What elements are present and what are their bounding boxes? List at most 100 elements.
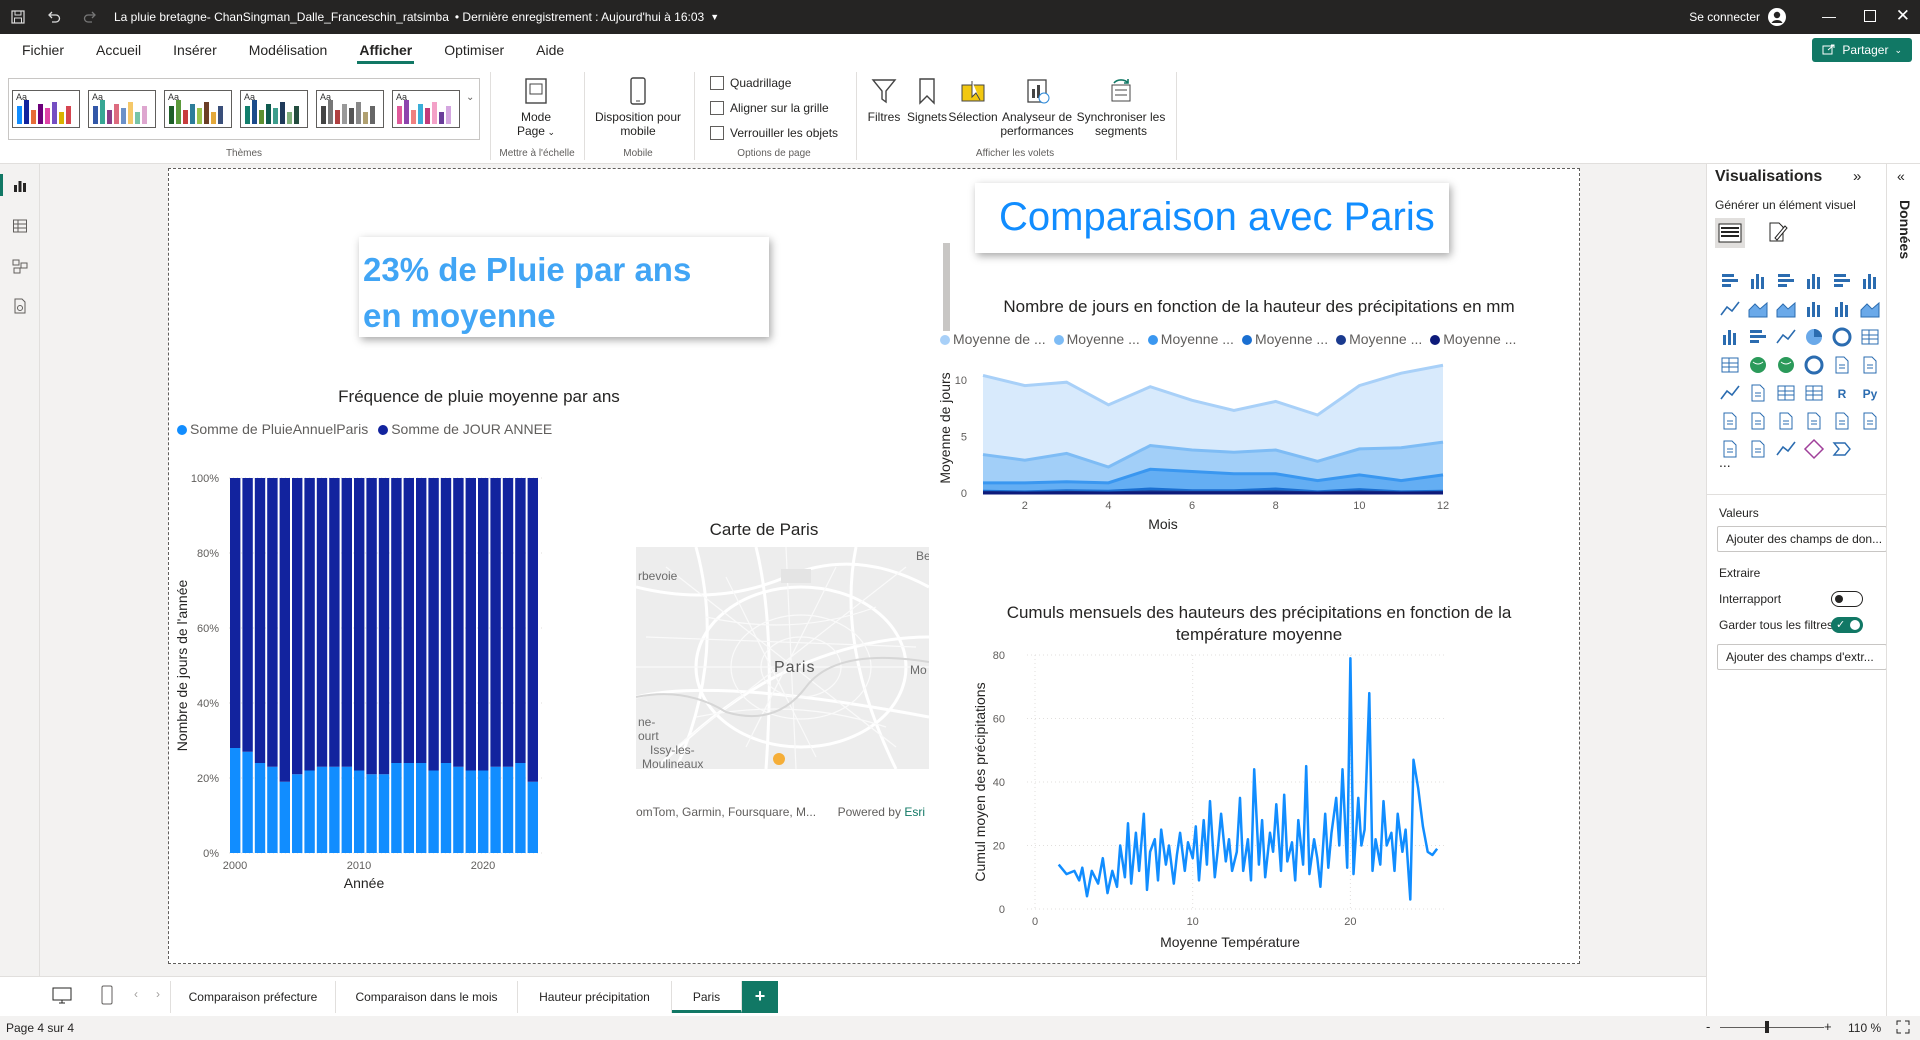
page-tab-comparaison-mois[interactable]: Comparaison dans le mois <box>336 981 518 1013</box>
legend-item[interactable]: Moyenne ... <box>1147 331 1234 347</box>
cross-report-toggle[interactable] <box>1831 591 1863 607</box>
diamond-visual-icon[interactable] <box>1803 438 1825 460</box>
collapse-icon[interactable]: » <box>1853 168 1861 185</box>
r-visual-visual-icon[interactable]: R <box>1831 382 1853 404</box>
treemap-visual-icon[interactable] <box>1859 326 1881 348</box>
line-visual-icon[interactable] <box>1719 298 1741 320</box>
build-visual-tab[interactable] <box>1715 218 1745 248</box>
theme-3[interactable]: Aa <box>164 90 232 128</box>
theme-2[interactable]: Aa <box>88 90 156 128</box>
model-view-icon[interactable] <box>10 256 30 276</box>
page-tab-paris[interactable]: Paris <box>672 981 742 1013</box>
100-bar-visual-icon[interactable] <box>1831 270 1853 292</box>
page-tab-hauteur-precipitation[interactable]: Hauteur précipitation <box>518 981 672 1013</box>
avatar[interactable] <box>1768 8 1786 26</box>
performance-analyzer-button[interactable]: Analyseur de performances <box>998 76 1076 138</box>
key-influencers-visual-icon[interactable] <box>1719 410 1741 432</box>
desktop-view-icon[interactable] <box>52 987 72 1008</box>
checkbox-box[interactable] <box>710 76 724 90</box>
filters-button[interactable]: Filtres <box>864 76 904 124</box>
matrix-visual-icon[interactable] <box>1803 382 1825 404</box>
legend-item[interactable]: Moyenne de ... <box>940 331 1046 347</box>
slicer-visual-icon[interactable] <box>1747 382 1769 404</box>
funnel-visual-icon[interactable] <box>1747 326 1769 348</box>
narrative-visual-icon[interactable] <box>1803 410 1825 432</box>
close-icon[interactable]: ✕ <box>1896 6 1910 26</box>
snap-checkbox[interactable]: Aligner sur la grille <box>710 101 829 115</box>
chevron-down-icon[interactable]: ▼ <box>710 12 719 22</box>
maximize-icon[interactable] <box>1864 10 1876 22</box>
100-column-visual-icon[interactable] <box>1859 270 1881 292</box>
paris-map[interactable]: rbevoie Be Paris Mo ne- ourt Issy-les- M… <box>636 547 929 769</box>
checkbox-box[interactable] <box>710 101 724 115</box>
dax-query-icon[interactable] <box>10 296 30 316</box>
theme-5[interactable]: Aa <box>316 90 384 128</box>
waterfall-visual-icon[interactable] <box>1719 326 1741 348</box>
menu-fichier[interactable]: Fichier <box>6 34 80 66</box>
theme-1[interactable]: Aa <box>12 90 80 128</box>
clustered-bar-visual-icon[interactable] <box>1775 270 1797 292</box>
zoom-in-button[interactable]: + <box>1824 1019 1832 1034</box>
header-textbox[interactable]: Comparaison avec Paris <box>975 183 1449 253</box>
menu-optimiser[interactable]: Optimiser <box>428 34 520 66</box>
multi-row-card-visual-icon[interactable] <box>1859 354 1881 376</box>
menu-modelisation[interactable]: Modélisation <box>233 34 344 66</box>
decomp-tree-visual-icon[interactable] <box>1747 410 1769 432</box>
power-apps-visual-icon[interactable] <box>1747 438 1769 460</box>
stacked-bar-visual-icon[interactable] <box>1719 270 1741 292</box>
add-drillthrough-fields-button[interactable]: Ajouter des champs d'extr... <box>1717 644 1887 670</box>
pie-visual-icon[interactable] <box>1803 326 1825 348</box>
trophy-visual-icon[interactable] <box>1859 410 1881 432</box>
add-page-button[interactable]: + <box>742 981 778 1013</box>
arc-gauge-visual-icon[interactable] <box>1803 354 1825 376</box>
gridlines-checkbox[interactable]: Quadrillage <box>710 76 791 90</box>
legend-item[interactable]: Moyenne ... <box>1053 331 1140 347</box>
menu-afficher[interactable]: Afficher <box>343 34 428 66</box>
report-view-icon[interactable] <box>10 176 30 196</box>
kpi-visual-icon[interactable] <box>1719 382 1741 404</box>
add-data-fields-button[interactable]: Ajouter des champs de don... <box>1717 526 1887 552</box>
selection-button[interactable]: Sélection <box>948 76 998 124</box>
qa-visual-visual-icon[interactable] <box>1775 410 1797 432</box>
ribbon-visual-icon[interactable] <box>1859 298 1881 320</box>
shape-map-visual-icon[interactable] <box>1775 354 1797 376</box>
paginated-visual-icon[interactable] <box>1831 410 1853 432</box>
map-visual-icon[interactable] <box>1719 354 1741 376</box>
themes-expand-icon[interactable]: ⌄ <box>466 92 474 103</box>
donut-visual-icon[interactable] <box>1831 326 1853 348</box>
bookmarks-button[interactable]: Signets <box>906 76 948 124</box>
page-view-button[interactable]: Mode Page ⌄ <box>500 76 572 139</box>
zoom-out-button[interactable]: - <box>1706 1019 1710 1034</box>
page-tab-comparaison-prefecture[interactable]: Comparaison préfecture <box>170 981 336 1013</box>
table-view-icon[interactable] <box>10 216 30 236</box>
zoom-slider-thumb[interactable] <box>1765 1021 1769 1033</box>
scroll-right-icon[interactable]: › <box>156 987 160 1001</box>
theme-6[interactable]: Aa <box>392 90 460 128</box>
legend-item[interactable]: Somme de JOUR ANNEE <box>378 421 552 437</box>
redo-icon[interactable] <box>72 0 108 34</box>
mobile-layout-button[interactable]: Disposition pour mobile <box>590 76 686 138</box>
table-visual-icon[interactable] <box>1775 382 1797 404</box>
scatter-visual-icon[interactable] <box>1775 326 1797 348</box>
sync-slicers-button[interactable]: Synchroniser les segments <box>1076 76 1166 138</box>
data-pane-collapsed[interactable]: « Données <box>1886 164 1920 1024</box>
card-visual-icon[interactable] <box>1831 354 1853 376</box>
data-pane-label[interactable]: Données <box>1897 200 1913 259</box>
mobile-view-icon[interactable] <box>100 985 114 1008</box>
expand-icon[interactable]: « <box>1897 168 1905 184</box>
stacked-column-visual-icon[interactable] <box>1747 270 1769 292</box>
scroll-left-icon[interactable]: ‹ <box>134 987 138 1001</box>
clustered-column-visual-icon[interactable] <box>1803 270 1825 292</box>
share-button[interactable]: Partager ⌄ <box>1812 38 1912 62</box>
minimize-icon[interactable]: — <box>1822 8 1836 24</box>
menu-aide[interactable]: Aide <box>520 34 580 66</box>
stacked-area-visual-icon[interactable] <box>1775 298 1797 320</box>
legend-item[interactable]: Somme de PluieAnnuelParis <box>177 421 368 437</box>
format-visual-icon[interactable] <box>1765 220 1789 247</box>
keep-filters-toggle[interactable]: ✓ <box>1831 617 1863 633</box>
scrollbar[interactable] <box>943 243 950 331</box>
menu-accueil[interactable]: Accueil <box>80 34 157 66</box>
checkbox-box[interactable] <box>710 126 724 140</box>
legend-item[interactable]: Moyenne ... <box>1430 331 1516 347</box>
legend-item[interactable]: Moyenne ... <box>1336 331 1422 347</box>
